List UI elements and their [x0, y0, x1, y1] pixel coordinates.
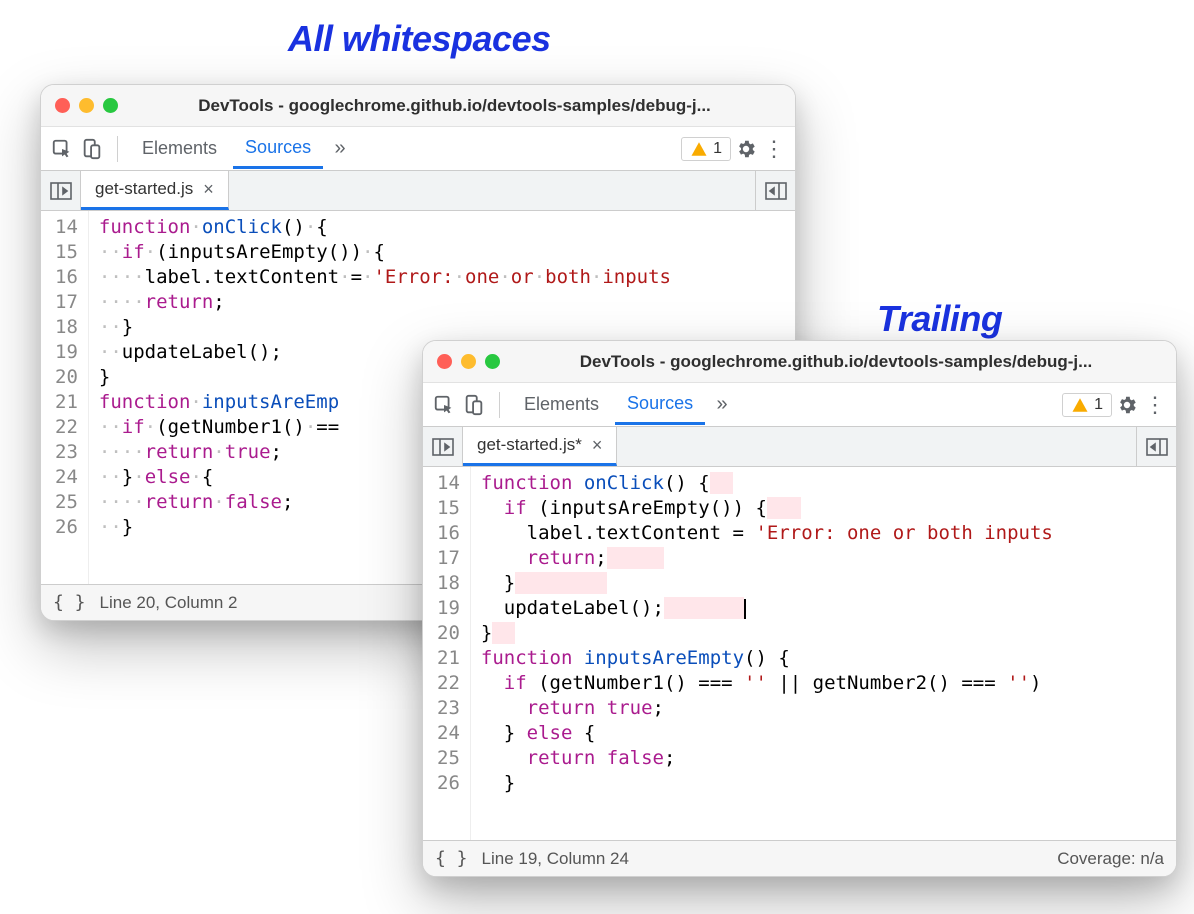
- more-tabs-icon[interactable]: »: [709, 392, 735, 418]
- tab-elements[interactable]: Elements: [512, 386, 611, 423]
- kebab-menu-icon[interactable]: ⋮: [761, 136, 787, 162]
- warnings-badge[interactable]: 1: [1062, 393, 1112, 417]
- status-bar: { } Line 19, Column 24 Coverage: n/a: [423, 840, 1176, 876]
- inspect-icon[interactable]: [431, 392, 457, 418]
- cursor-position: Line 19, Column 24: [482, 849, 629, 869]
- devtools-toolbar: Elements Sources » 1 ⋮: [423, 383, 1176, 427]
- devtools-toolbar: Elements Sources » 1 ⋮: [41, 127, 795, 171]
- window-title: DevTools - googlechrome.github.io/devtoo…: [128, 96, 781, 116]
- close-tab-icon[interactable]: ×: [203, 179, 214, 200]
- file-tab-bar: get-started.js* ×: [423, 427, 1176, 467]
- traffic-lights: [55, 98, 118, 113]
- file-tab-label: get-started.js*: [477, 435, 582, 455]
- line-gutter: 14 15 16 17 18 19 20 21 22 23 24 25 26: [423, 467, 471, 840]
- navigator-toggle-icon[interactable]: [423, 427, 463, 466]
- close-tab-icon[interactable]: ×: [592, 435, 603, 456]
- coverage-status: Coverage: n/a: [1057, 849, 1164, 869]
- device-toolbar-icon[interactable]: [461, 392, 487, 418]
- file-tab-label: get-started.js: [95, 179, 193, 199]
- label-trailing: Trailing: [877, 298, 1002, 340]
- titlebar: DevTools - googlechrome.github.io/devtoo…: [423, 341, 1176, 383]
- sidebar-toggle-icon[interactable]: [755, 171, 795, 210]
- cursor-position: Line 20, Column 2: [100, 593, 238, 613]
- kebab-menu-icon[interactable]: ⋮: [1142, 392, 1168, 418]
- pretty-print-icon[interactable]: { }: [53, 592, 86, 613]
- warning-count: 1: [713, 140, 722, 158]
- minimize-window-button[interactable]: [461, 354, 476, 369]
- close-window-button[interactable]: [55, 98, 70, 113]
- tab-sources[interactable]: Sources: [615, 385, 705, 425]
- warning-count: 1: [1094, 396, 1103, 414]
- file-tab[interactable]: get-started.js ×: [81, 171, 229, 210]
- line-gutter: 14 15 16 17 18 19 20 21 22 23 24 25 26: [41, 211, 89, 584]
- gear-icon[interactable]: [1116, 394, 1138, 416]
- devtools-window-2: DevTools - googlechrome.github.io/devtoo…: [422, 340, 1177, 877]
- gear-icon[interactable]: [735, 138, 757, 160]
- code-editor[interactable]: 14 15 16 17 18 19 20 21 22 23 24 25 26 f…: [423, 467, 1176, 840]
- file-tab[interactable]: get-started.js* ×: [463, 427, 617, 466]
- code-content: function onClick() { if (inputsAreEmpty(…: [471, 467, 1053, 840]
- traffic-lights: [437, 354, 500, 369]
- device-toolbar-icon[interactable]: [79, 136, 105, 162]
- zoom-window-button[interactable]: [103, 98, 118, 113]
- pretty-print-icon[interactable]: { }: [435, 848, 468, 869]
- sidebar-toggle-icon[interactable]: [1136, 427, 1176, 466]
- warnings-badge[interactable]: 1: [681, 137, 731, 161]
- label-all-whitespaces: All whitespaces: [288, 18, 551, 60]
- close-window-button[interactable]: [437, 354, 452, 369]
- tab-sources[interactable]: Sources: [233, 129, 323, 169]
- navigator-toggle-icon[interactable]: [41, 171, 81, 210]
- more-tabs-icon[interactable]: »: [327, 136, 353, 162]
- minimize-window-button[interactable]: [79, 98, 94, 113]
- inspect-icon[interactable]: [49, 136, 75, 162]
- tab-elements[interactable]: Elements: [130, 130, 229, 167]
- file-tab-bar: get-started.js ×: [41, 171, 795, 211]
- zoom-window-button[interactable]: [485, 354, 500, 369]
- titlebar: DevTools - googlechrome.github.io/devtoo…: [41, 85, 795, 127]
- window-title: DevTools - googlechrome.github.io/devtoo…: [510, 352, 1162, 372]
